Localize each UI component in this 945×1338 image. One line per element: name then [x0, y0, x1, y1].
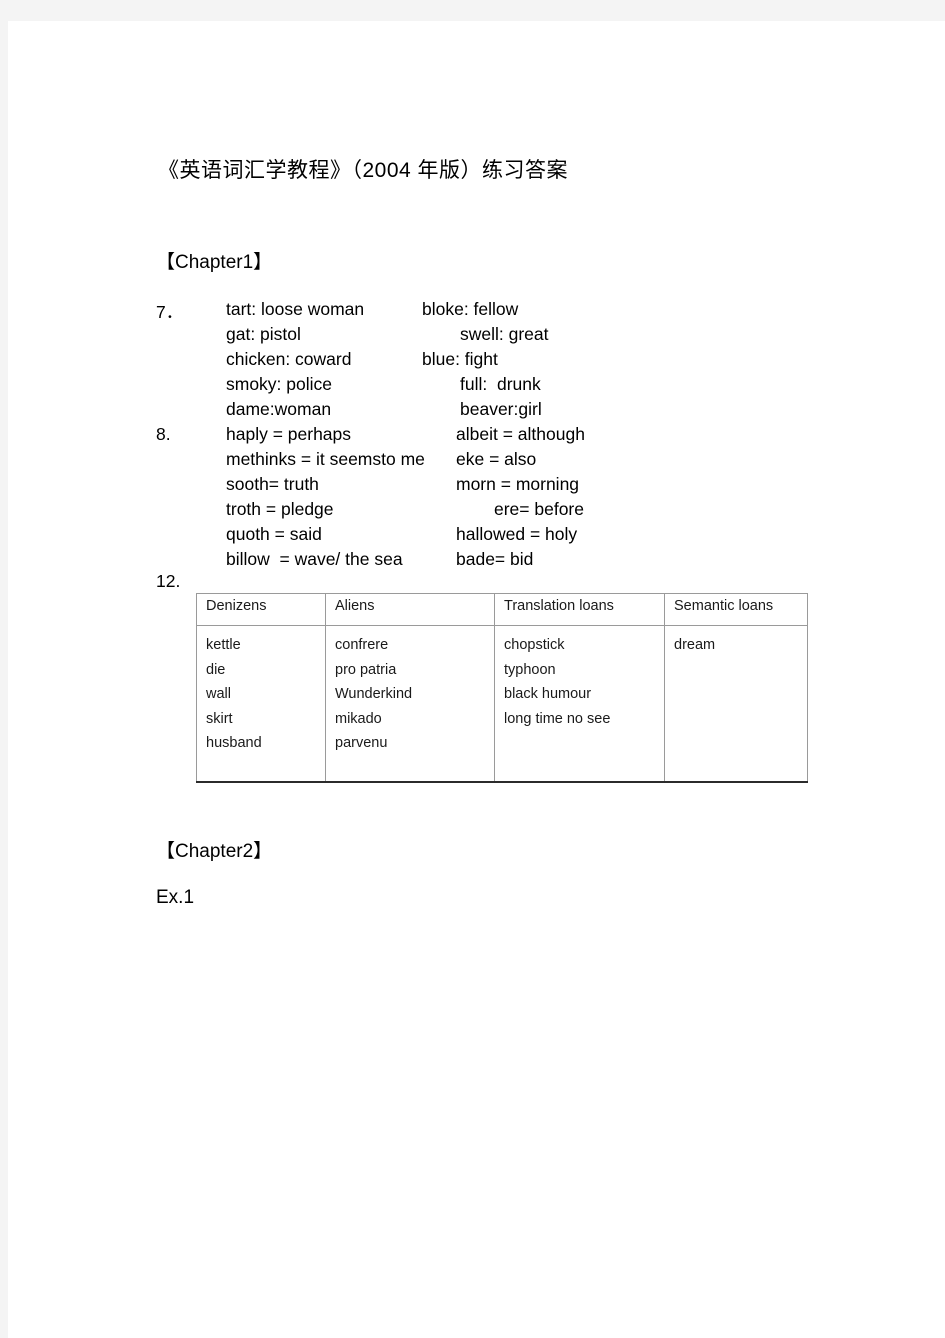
table-column-header: Denizens [196, 593, 326, 626]
table-column-header: Translation loans [494, 593, 665, 626]
exercise-8-right-term: ere= before [494, 499, 584, 519]
exercise-7-right-term: swell: great [460, 324, 549, 344]
exercise-7-row: dame:woman beaver:girl [148, 399, 938, 424]
table-column-header: Aliens [325, 593, 495, 626]
table-cell: dream [664, 625, 808, 783]
exercise-7-row: smoky: police full: drunk [148, 374, 938, 399]
document-content: 《英语词汇学教程》（2004 年版）练习答案 【Chapter1】 7． tar… [148, 21, 938, 1338]
table-cell: confrere pro patria Wunderkind mikado parven… [325, 625, 495, 783]
exercise-7-right-term: beaver:girl [460, 399, 542, 419]
exercise-7-rows: tart: loose woman bloke: fellow gat: pisto… [148, 299, 938, 424]
exercise-8-right-term: eke = also [456, 449, 537, 469]
table-cell-item: parvenu [335, 735, 388, 752]
exercise-8-left-term: haply = perhaps [226, 424, 352, 444]
document-page: 《英语词汇学教程》（2004 年版）练习答案 【Chapter1】 7． tar… [8, 21, 945, 1338]
chapter-2-heading: 【Chapter2】 [156, 841, 273, 862]
table-cell-item: die [206, 661, 226, 678]
table-cell-item: mikado [335, 710, 382, 727]
table-cell-item: wall [206, 686, 231, 703]
table-cell-item: husband [206, 735, 262, 752]
exercise-7-left-term: tart: loose woman [226, 299, 365, 319]
page-title: 《英语词汇学教程》（2004 年版）练习答案 [158, 159, 569, 182]
table-cell-item: long time no see [504, 710, 611, 727]
exercise-8-rows: haply = perhaps albeit = although methinks… [148, 424, 938, 574]
exercise-7-left-term: smoky: police [226, 374, 333, 394]
exercise-8-right-term: bade= bid [456, 549, 534, 569]
exercise-8-left-term: quoth = said [226, 524, 322, 544]
exercise-7-left-term: chicken: coward [226, 349, 352, 369]
exercise-8-left-term: methinks = it seemsto me [226, 449, 425, 469]
table-cell-item: black humour [504, 686, 592, 703]
table-cell-item: pro patria [335, 661, 397, 678]
exercise-12-number: 12. [156, 571, 181, 591]
chapter-2-ex1-label: Ex.1 [156, 887, 195, 908]
table-cell-item: skirt [206, 710, 233, 727]
table-cell-item: Wunderkind [335, 686, 413, 703]
exercise-8-row: sooth= truth morn = morning [148, 474, 938, 499]
exercise-7-row: chicken: coward blue: fight [148, 349, 938, 374]
exercise-8-left-term: sooth= truth [226, 474, 319, 494]
table-cell: kettle die wall skirt husband [196, 625, 326, 783]
table-cell-item: confrere [335, 637, 389, 653]
exercise-8-row: troth = pledge ere= before [148, 499, 938, 524]
chapter-1-heading: 【Chapter1】 [156, 252, 273, 273]
table-column-header: Semantic loans [664, 593, 808, 626]
table-cell-item: kettle [206, 637, 241, 653]
exercise-8-row: haply = perhaps albeit = although [148, 424, 938, 449]
exercise-7-left-term: dame:woman [226, 399, 332, 419]
exercise-7-block: 7． tart: loose woman bloke: fellow gat: pi… [148, 299, 938, 424]
table-cell-item: chopstick [504, 637, 565, 653]
exercise-8-row: quoth = said hallowed = holy [148, 524, 938, 549]
exercise-7-right-term: blue: fight [422, 349, 498, 369]
table-cell-item: typhoon [504, 661, 556, 678]
table-cell: chopstick typhoon black humour long time no… [494, 625, 665, 783]
exercise-8-block: 8. haply = perhaps albeit = although methi… [148, 424, 938, 574]
table-row: kettle die wall skirt husband confrere pro pat… [196, 625, 808, 783]
exercise-8-left-term: billow = wave/ the sea [226, 549, 403, 569]
exercise-7-left-term: gat: pistol [226, 324, 301, 344]
exercise-7-right-term: full: drunk [460, 374, 541, 394]
table-cell-item: dream [674, 637, 716, 653]
exercise-7-right-term: bloke: fellow [422, 299, 519, 319]
exercise-7-row: gat: pistol swell: great [148, 324, 938, 349]
exercise-8-right-term: hallowed = holy [456, 524, 578, 544]
exercise-7-row: tart: loose woman bloke: fellow [148, 299, 938, 324]
exercise-8-left-term: troth = pledge [226, 499, 334, 519]
exercise-8-row: billow = wave/ the sea bade= bid [148, 549, 938, 574]
exercise-8-right-term: morn = morning [456, 474, 580, 494]
exercise-8-row: methinks = it seemsto me eke = also [148, 449, 938, 474]
table-header-row: Denizens Aliens Translation loans Semantic … [196, 593, 808, 626]
loanword-table: Denizens Aliens Translation loans Semantic … [196, 593, 808, 783]
exercise-8-right-term: albeit = although [456, 424, 585, 444]
